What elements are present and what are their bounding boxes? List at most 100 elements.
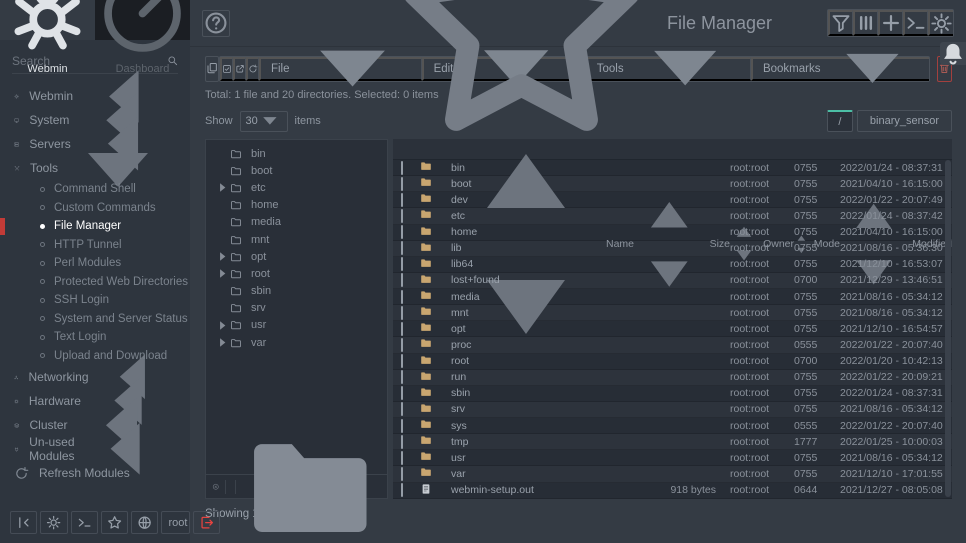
checkbox-cell [393,194,419,206]
row-checkbox[interactable] [401,402,403,416]
help-button[interactable] [202,10,230,37]
folder-icon [419,434,433,446]
tree-item-home[interactable]: home [206,197,387,214]
sidebar-item-perl-modules[interactable]: Perl Modules [0,254,190,273]
table-row[interactable]: runroot:root07552022/01/22 - 20:09:21 [393,370,952,386]
file-mode: 0755 [794,403,840,415]
header-terminal-button[interactable] [903,10,928,36]
row-checkbox[interactable] [401,370,403,384]
tree-item-label: boot [251,165,272,177]
tree-item-etc[interactable]: etc [206,179,387,196]
favorite-star-icon[interactable] [384,0,659,160]
tab-dashboard[interactable]: Dashboard [95,0,190,40]
bullet-icon [40,353,45,358]
sidebar-footer: root [10,511,220,534]
row-checkbox[interactable] [401,290,403,304]
header-settings-button[interactable] [928,10,953,36]
tree-item-sbin[interactable]: sbin [206,283,387,300]
tree-item-srv[interactable]: srv [206,300,387,317]
footer-user-button[interactable]: root [161,511,189,534]
header-filter-button[interactable] [828,10,853,36]
tree-item-mnt[interactable]: mnt [206,231,387,248]
sidebar-item-upload-and-download[interactable]: Upload and Download [0,347,190,366]
row-checkbox[interactable] [401,177,403,191]
breadcrumb-current-button[interactable]: binary_sensor [857,110,952,132]
footer-collapse-sidebar-button[interactable] [10,511,37,534]
row-checkbox[interactable] [401,467,403,481]
folder-icon[interactable] [240,416,381,543]
clear-filter-icon[interactable] [212,483,220,491]
footer-terminal-button[interactable] [71,511,98,534]
tree-item-boot[interactable]: boot [206,162,387,179]
file-modified: 2021/04/10 - 16:15:00 [840,178,952,190]
row-checkbox[interactable] [401,161,403,175]
sidebar-item-label: Protected Web Directories [54,276,188,288]
sidebar-item-system-and-server-status[interactable]: System and Server Status [0,310,190,329]
sidebar-item-text-login[interactable]: Text Login [0,328,190,347]
folder-icon [419,305,433,317]
sidebar-item-http-tunnel[interactable]: HTTP Tunnel [0,236,190,255]
table-row[interactable]: srvroot:root07552021/08/16 - 05:34:12 [393,402,952,418]
header-create-button[interactable] [878,10,903,36]
table-row[interactable]: tmproot:root17772022/01/25 - 10:00:03 [393,434,952,450]
toolbar-share-button[interactable] [233,57,246,81]
header-columns-button[interactable] [853,10,878,36]
footer-theme-toggle-button[interactable] [40,511,67,534]
row-checkbox[interactable] [401,338,403,352]
sidebar-item-command-shell[interactable]: Command Shell [0,180,190,199]
row-checkbox[interactable] [401,209,403,223]
table-row[interactable]: sbinroot:root07552022/01/24 - 08:37:31 [393,386,952,402]
toolbar-select-all-button[interactable] [220,57,233,81]
row-checkbox[interactable] [401,483,403,497]
notifications-bell[interactable] [940,42,966,65]
file-mode: 0755 [794,371,840,383]
row-checkbox[interactable] [401,225,403,239]
table-row[interactable]: sysroot:root05552022/01/22 - 20:07:40 [393,418,952,434]
footer-favorites-button[interactable] [101,511,128,534]
tree-filter-bar [206,474,387,498]
table-row[interactable]: procroot:root05552022/01/22 - 20:07:40 [393,337,952,353]
file-name: tmp [451,436,634,448]
tree-item-root[interactable]: root [206,265,387,282]
tree-item-opt[interactable]: opt [206,248,387,265]
table-row[interactable]: rootroot:root07002022/01/20 - 10:42:13 [393,354,952,370]
sidebar-item-protected-web-directories[interactable]: Protected Web Directories [0,273,190,292]
sidebar-item-unused-modules[interactable]: Un-used Modules [0,437,190,461]
sidebar-item-tools[interactable]: Tools [0,156,190,180]
row-checkbox[interactable] [401,306,403,320]
table-scrollbar[interactable] [945,160,951,497]
row-checkbox[interactable] [401,273,403,287]
footer-language-button[interactable] [131,511,158,534]
tree-item-bin[interactable]: bin [206,145,387,162]
row-checkbox[interactable] [401,193,403,207]
copy-path-button[interactable] [205,56,219,82]
table-row[interactable]: varroot:root07552021/12/10 - 17:01:55 [393,466,952,482]
folder-icon [229,268,243,280]
tree-item-var[interactable]: var [206,334,387,351]
row-checkbox[interactable] [401,354,403,368]
sidebar-item-file-manager[interactable]: File Manager [0,217,190,236]
row-checkbox[interactable] [401,257,403,271]
table-row[interactable]: usrroot:root07552021/08/16 - 05:34:12 [393,450,952,466]
row-checkbox[interactable] [401,386,403,400]
toolbar-bookmarks-menu-dropdown[interactable]: Bookmarks [751,57,929,81]
sidebar-item-ssh-login[interactable]: SSH Login [0,291,190,310]
row-checkbox[interactable] [401,435,403,449]
row-checkbox[interactable] [401,322,403,336]
row-checkbox[interactable] [401,241,403,255]
tree-item-media[interactable]: media [206,214,387,231]
page-size-select[interactable]: 30 [240,111,288,132]
tree-item-label: media [251,216,281,228]
logout-button[interactable] [193,511,220,534]
chip-icon [14,394,19,409]
table-row[interactable]: webmin-setup.out918 bytesroot:root064420… [393,483,952,499]
row-checkbox[interactable] [401,451,403,465]
breadcrumb-root-button[interactable]: / [827,110,853,132]
file-mode: 0700 [794,274,840,286]
sidebar-item-custom-commands[interactable]: Custom Commands [0,199,190,218]
toolbar-refresh-button[interactable] [246,57,259,81]
row-checkbox[interactable] [401,419,403,433]
tab-webmin[interactable]: Webmin [0,0,95,40]
tree-item-usr[interactable]: usr [206,317,387,334]
column-header-size[interactable]: Size [634,195,730,294]
